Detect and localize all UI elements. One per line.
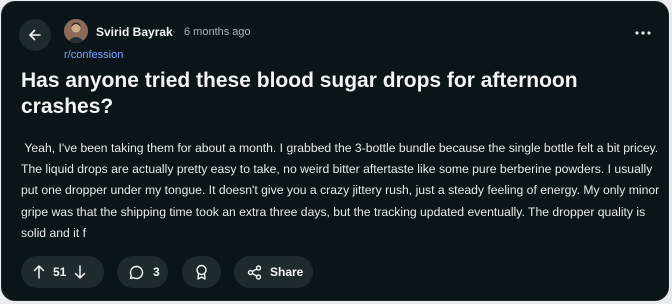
post-timestamp: 6 months ago: [184, 26, 251, 38]
arrow-left-icon: [28, 28, 42, 42]
post-body: Yeah, I've been taking them for about a …: [21, 141, 663, 240]
more-options-button[interactable]: [628, 20, 658, 46]
share-icon: [247, 264, 262, 280]
more-horizontal-icon: [635, 31, 651, 35]
post-card: Svirid Bayrak · 6 months ago r/confessio…: [1, 1, 669, 301]
avatar[interactable]: [64, 19, 88, 43]
award-button[interactable]: [182, 256, 221, 288]
back-button[interactable]: [19, 19, 51, 51]
downvote-button[interactable]: [74, 265, 86, 279]
comment-bubble-icon: [129, 265, 144, 280]
award-icon: [195, 264, 208, 280]
author-name[interactable]: Svirid Bayrak: [96, 25, 173, 39]
subreddit-link[interactable]: r/confession: [64, 49, 123, 61]
vote-control: 51: [21, 256, 104, 288]
comments-button[interactable]: 3: [117, 256, 168, 288]
upvote-button[interactable]: [33, 265, 45, 279]
share-button[interactable]: Share: [234, 256, 313, 288]
arrow-down-icon: [75, 265, 86, 279]
vote-count: 51: [53, 265, 67, 279]
post-title: Has anyone tried these blood sugar drops…: [21, 69, 578, 118]
share-label: Share: [270, 265, 304, 279]
meta-separator: ·: [172, 24, 176, 38]
comment-count: 3: [153, 265, 160, 279]
arrow-up-icon: [33, 265, 45, 279]
